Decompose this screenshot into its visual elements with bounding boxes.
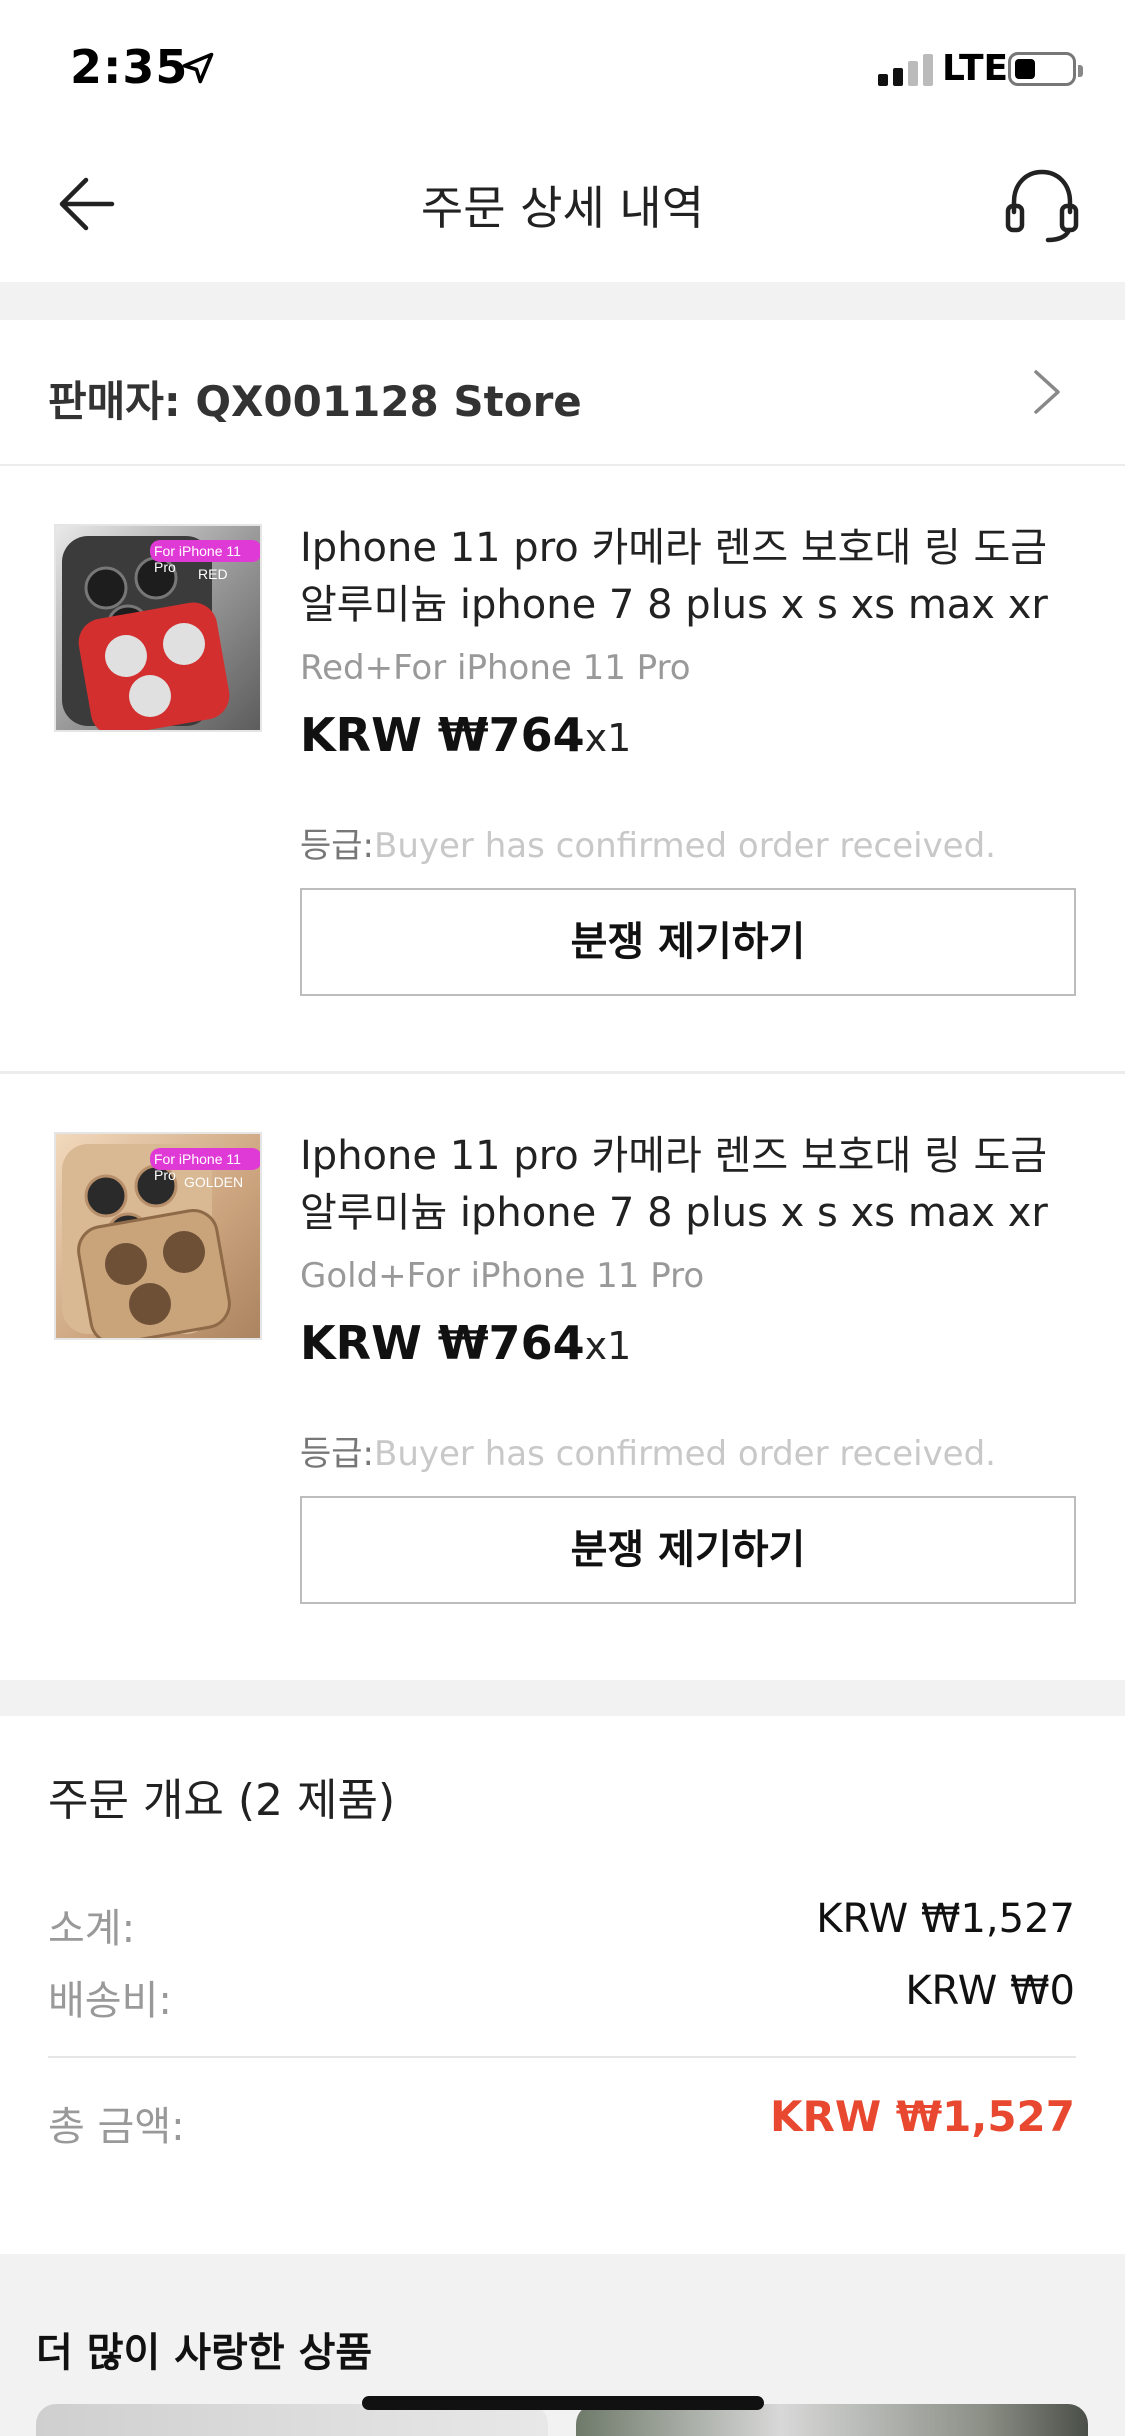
seller-name: 판매자: QX001128 Store bbox=[48, 377, 582, 426]
product-quantity: x1 bbox=[584, 1324, 632, 1368]
product-variant: Gold+For iPhone 11 Pro bbox=[300, 1256, 705, 1296]
network-label: LTE bbox=[942, 48, 1009, 89]
order-summary: 주문 개요 (2 제품) 소계: KRW ₩1,527 배송비: KRW ₩0 … bbox=[0, 1716, 1125, 2254]
open-dispute-button[interactable]: 분쟁 제기하기 bbox=[300, 888, 1076, 996]
navigation-bar: 주문 상세 내역 bbox=[0, 132, 1125, 282]
product-quantity: x1 bbox=[584, 716, 632, 760]
page-title: 주문 상세 내역 bbox=[420, 181, 705, 235]
status-time: 2:35 bbox=[70, 40, 189, 94]
seller-row[interactable]: 판매자: QX001128 Store bbox=[0, 320, 1125, 466]
location-arrow-icon bbox=[182, 52, 214, 84]
image-caption: RED bbox=[198, 566, 228, 582]
chevron-right-icon bbox=[1034, 370, 1060, 414]
product-image[interactable]: For iPhone 11 Pro RED bbox=[54, 524, 262, 732]
price-value: KRW ₩764 bbox=[300, 708, 585, 762]
open-dispute-button[interactable]: 분쟁 제기하기 bbox=[300, 1496, 1076, 1604]
headset-support-icon[interactable] bbox=[1000, 162, 1084, 246]
status-value: Buyer has confirmed order received. bbox=[374, 1434, 996, 1474]
product-variant: Red+For iPhone 11 Pro bbox=[300, 648, 691, 688]
product-price: KRW ₩764x1 bbox=[300, 1316, 631, 1370]
subtotal-label: 소계: bbox=[48, 1906, 136, 1952]
product-image[interactable]: For iPhone 11 Pro GOLDEN bbox=[54, 1132, 262, 1340]
order-status: 등급:Buyer has confirmed order received. bbox=[300, 818, 996, 867]
subtotal-value: KRW ₩1,527 bbox=[816, 1896, 1075, 1942]
shipping-label: 배송비: bbox=[48, 1978, 172, 2024]
total-value: KRW ₩1,527 bbox=[769, 2092, 1075, 2141]
order-status: 등급:Buyer has confirmed order received. bbox=[300, 1426, 996, 1475]
order-item: For iPhone 11 Pro GOLDEN Iphone 11 pro 카… bbox=[0, 1076, 1125, 1680]
recommended-title: 더 많이 사랑한 상품 bbox=[36, 2330, 373, 2376]
section-divider bbox=[0, 1680, 1125, 1716]
status-bar: 2:35 LTE bbox=[0, 0, 1125, 132]
shipping-value: KRW ₩0 bbox=[905, 1968, 1075, 2014]
section-divider bbox=[0, 282, 1125, 320]
home-indicator[interactable] bbox=[362, 2396, 764, 2410]
status-label: 등급: bbox=[300, 1434, 375, 1474]
order-item: For iPhone 11 Pro RED Iphone 11 pro 카메라 … bbox=[0, 468, 1125, 1074]
summary-divider bbox=[48, 2056, 1076, 2058]
battery-icon bbox=[1008, 52, 1083, 86]
product-title[interactable]: Iphone 11 pro 카메라 렌즈 보호대 링 도금 알루미늄 iphon… bbox=[300, 1128, 1090, 1242]
summary-title: 주문 개요 (2 제품) bbox=[48, 1775, 396, 1826]
product-price: KRW ₩764x1 bbox=[300, 708, 631, 762]
product-title[interactable]: Iphone 11 pro 카메라 렌즈 보호대 링 도금 알루미늄 iphon… bbox=[300, 520, 1090, 634]
status-value: Buyer has confirmed order received. bbox=[374, 826, 996, 866]
status-label: 등급: bbox=[300, 826, 375, 866]
signal-strength-icon bbox=[878, 52, 938, 86]
total-label: 총 금액: bbox=[48, 2104, 185, 2150]
price-value: KRW ₩764 bbox=[300, 1316, 585, 1370]
image-caption: GOLDEN bbox=[184, 1174, 244, 1190]
